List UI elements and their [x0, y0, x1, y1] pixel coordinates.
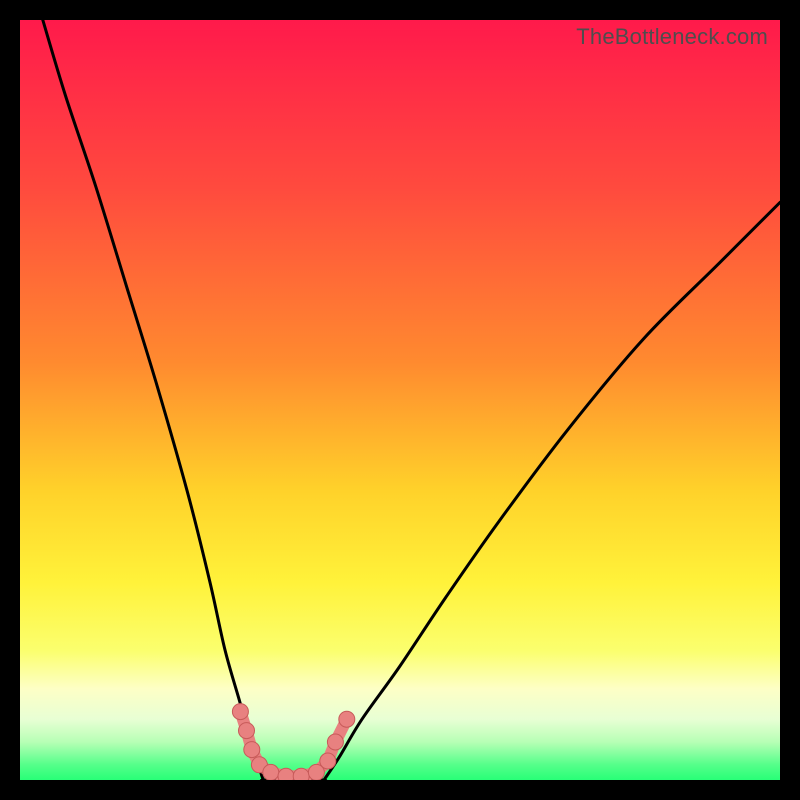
marker-dot [320, 753, 336, 769]
marker-dot [232, 704, 248, 720]
watermark-text: TheBottleneck.com [576, 24, 768, 50]
marker-dot [263, 764, 279, 780]
marker-dot [239, 723, 255, 739]
marker-dot [293, 768, 309, 780]
chart-frame: TheBottleneck.com [20, 20, 780, 780]
marker-dot [278, 768, 294, 780]
marker-dot [244, 742, 260, 758]
marker-dot [327, 734, 343, 750]
marker-dot [339, 711, 355, 727]
chart-curve [20, 20, 780, 780]
